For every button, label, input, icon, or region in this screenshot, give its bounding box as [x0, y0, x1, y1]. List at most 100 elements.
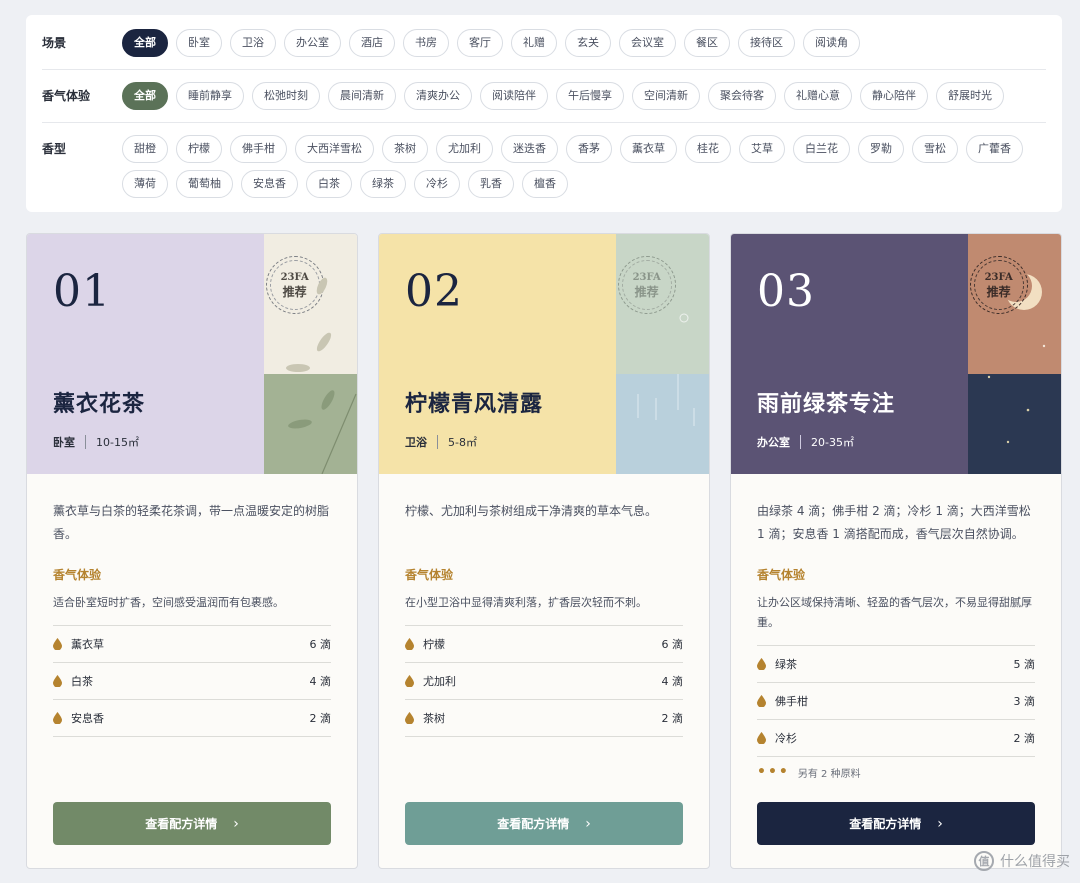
oil-drop-icon: [53, 638, 62, 650]
ingredient-row: 绿茶 5 滴: [757, 646, 1035, 683]
chevron-right-icon: ›: [937, 815, 943, 832]
side-art-upper: 23FA 推荐: [615, 234, 709, 374]
card-hero: 01 薰衣花茶 卧室 10-15㎡ 23FA 推荐: [27, 234, 357, 474]
filter-chip-type[interactable]: 葡萄柚: [176, 170, 233, 198]
type-filter-label: 香型: [42, 142, 67, 156]
scene-chips: 全部 卧室 卫浴 办公室 酒店 书房 客厅 礼赠 玄关 会议室 餐区 接待区 阅读角: [122, 29, 1046, 57]
ingredient-name: 白茶: [71, 675, 93, 688]
filter-chip-type[interactable]: 香茅: [566, 135, 612, 163]
filter-chip-scene[interactable]: 全部: [122, 29, 168, 57]
filter-chip-experience[interactable]: 聚会待客: [708, 82, 776, 110]
ingredient-qty: 6 滴: [309, 638, 332, 651]
card-meta: 卧室 10-15㎡: [53, 434, 139, 450]
ingredient-name: 尤加利: [423, 675, 456, 688]
filter-chip-experience[interactable]: 松弛时刻: [252, 82, 320, 110]
filter-chip-scene[interactable]: 客厅: [457, 29, 503, 57]
recipe-card-1[interactable]: 01 薰衣花茶 卧室 10-15㎡ 23FA 推荐 薰衣草与白茶的轻柔花茶调，带…: [26, 233, 358, 869]
filter-chip-type[interactable]: 罗勒: [858, 135, 904, 163]
ingredient-row: 白茶 4 滴: [53, 663, 331, 700]
side-art-lower: [263, 374, 357, 474]
filter-chip-scene[interactable]: 礼赠: [511, 29, 557, 57]
ingredient-qty: 2 滴: [309, 712, 332, 725]
filter-chip-scene[interactable]: 阅读角: [803, 29, 860, 57]
oil-drop-icon: [53, 712, 62, 724]
filter-chip-type[interactable]: 甜橙: [122, 135, 168, 163]
watermark: 值 什么值得买: [974, 851, 1070, 871]
side-art-lower: [967, 374, 1061, 474]
filter-chip-scene[interactable]: 卧室: [176, 29, 222, 57]
filter-chip-type[interactable]: 绿茶: [360, 170, 406, 198]
filter-chip-type[interactable]: 薄荷: [122, 170, 168, 198]
experience-text: 适合卧室短时扩香，空间感受温润而有包裹感。: [53, 596, 284, 609]
card-room: 卧室: [53, 436, 75, 449]
oil-drop-icon: [405, 638, 414, 650]
recipe-card-2[interactable]: 02 柠檬青风清露 卫浴 5-8㎡ 23FA 推荐 柠檬、尤加利与茶树组成干净清…: [378, 233, 710, 869]
filter-chip-type[interactable]: 雪松: [912, 135, 958, 163]
more-ingredients[interactable]: ••• 另有 2 种原料: [757, 757, 1035, 787]
card-meta: 办公室 20-35㎡: [757, 434, 854, 450]
ingredient-qty: 2 滴: [1013, 732, 1036, 745]
filter-chip-type[interactable]: 白茶: [306, 170, 352, 198]
card-number: 01: [53, 266, 111, 317]
view-recipe-button[interactable]: 查看配方详情 ›: [757, 802, 1035, 845]
filter-chip-type[interactable]: 白兰花: [793, 135, 850, 163]
filter-chip-type[interactable]: 薰衣草: [620, 135, 677, 163]
card-hero-side: 23FA 推荐: [263, 234, 357, 474]
filter-chip-type[interactable]: 檀香: [522, 170, 568, 198]
filter-chip-type[interactable]: 尤加利: [436, 135, 493, 163]
view-recipe-button[interactable]: 查看配方详情 ›: [405, 802, 683, 845]
filter-chip-type[interactable]: 佛手柑: [230, 135, 287, 163]
chevron-right-icon: ›: [233, 815, 239, 832]
filter-chip-experience[interactable]: 阅读陪伴: [480, 82, 548, 110]
filter-chip-type[interactable]: 迷迭香: [501, 135, 558, 163]
view-recipe-label: 查看配方详情: [497, 817, 570, 831]
experience-filter-row: 香气体验 全部 睡前静享 松弛时刻 晨间清新 清爽办公 阅读陪伴 午后慢享 空间清新 聚会待客礼…: [42, 70, 1046, 123]
filter-chip-scene[interactable]: 餐区: [684, 29, 730, 57]
ingredient-row: 安息香 2 滴: [53, 700, 331, 737]
filter-chip-experience[interactable]: 礼赠心意: [784, 82, 852, 110]
filter-chip-experience[interactable]: 清爽办公: [404, 82, 472, 110]
view-recipe-button[interactable]: 查看配方详情 ›: [53, 802, 331, 845]
filter-chip-scene[interactable]: 酒店: [349, 29, 395, 57]
filter-chip-experience[interactable]: 晨间清新: [328, 82, 396, 110]
filter-chip-type[interactable]: 冷杉: [414, 170, 460, 198]
card-number: 02: [405, 266, 463, 317]
card-hero-main: 03 雨前绿茶专注 办公室 20-35㎡: [731, 234, 968, 474]
filter-chip-scene[interactable]: 办公室: [284, 29, 341, 57]
stars-icon: [1006, 408, 1029, 444]
filter-chip-type[interactable]: 大西洋雪松: [295, 135, 374, 163]
leaf-icon: [285, 277, 331, 372]
filter-chip-type[interactable]: 桂花: [685, 135, 731, 163]
side-art-lower: [615, 374, 709, 474]
experience-text: 让办公区域保持清晰、轻盈的香气层次，不易显得甜腻厚重。: [757, 596, 1032, 629]
filter-chip-type[interactable]: 广藿香: [966, 135, 1023, 163]
experience-title: 香气体验: [53, 568, 102, 582]
card-area: 20-35㎡: [811, 436, 854, 449]
filter-chip-experience[interactable]: 空间清新: [632, 82, 700, 110]
filter-chip-experience[interactable]: 静心陪伴: [860, 82, 928, 110]
ingredient-qty: 5 滴: [1013, 658, 1036, 671]
scene-filter-label: 场景: [42, 36, 67, 50]
filter-chip-type[interactable]: 艾草: [739, 135, 785, 163]
ingredient-row: 薰衣草 6 滴: [53, 626, 331, 663]
filter-chip-type[interactable]: 安息香: [241, 170, 298, 198]
card-room: 办公室: [757, 436, 790, 449]
filter-chip-scene[interactable]: 会议室: [619, 29, 676, 57]
card-hero-main: 02 柠檬青风清露 卫浴 5-8㎡: [379, 234, 616, 474]
filter-chip-experience[interactable]: 午后慢享: [556, 82, 624, 110]
filter-chip-type[interactable]: 柠檬: [176, 135, 222, 163]
oil-drop-icon: [757, 658, 766, 670]
meta-divider: [85, 435, 86, 449]
filter-chip-scene[interactable]: 接待区: [738, 29, 795, 57]
filter-chip-scene[interactable]: 卫浴: [230, 29, 276, 57]
filter-chip-scene[interactable]: 玄关: [565, 29, 611, 57]
filter-chip-experience[interactable]: 睡前静享: [176, 82, 244, 110]
filter-chip-experience[interactable]: 全部: [122, 82, 168, 110]
filter-chip-type[interactable]: 茶树: [382, 135, 428, 163]
ingredient-name: 安息香: [71, 712, 104, 725]
filter-chip-scene[interactable]: 书房: [403, 29, 449, 57]
recipe-card-3[interactable]: 03 雨前绿茶专注 办公室 20-35㎡ 23FA 推荐 由绿茶 4 滴；佛手柑…: [730, 233, 1062, 869]
filter-chip-experience[interactable]: 舒展时光: [936, 82, 1004, 110]
filter-chip-type[interactable]: 乳香: [468, 170, 514, 198]
ingredient-qty: 2 滴: [661, 712, 684, 725]
